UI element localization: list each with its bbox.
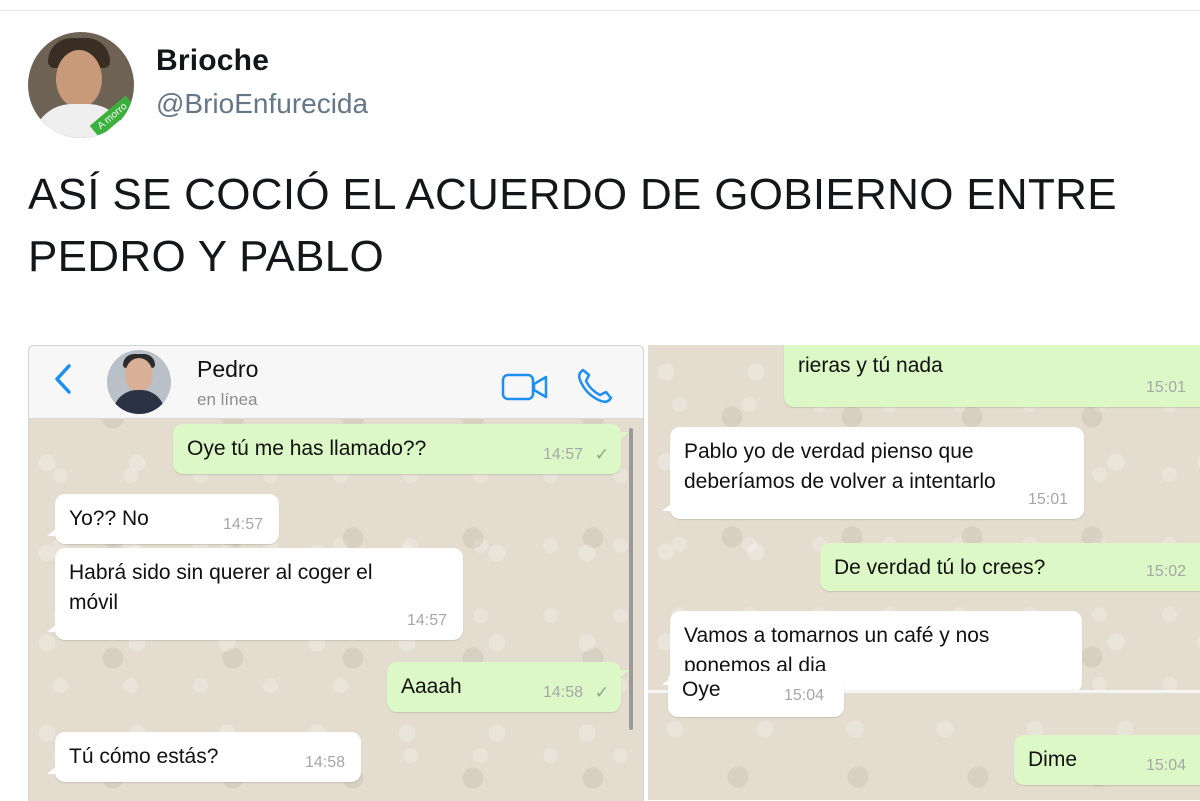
message-bubble-outgoing[interactable]: Aaaah 14:58 ✓ [387,662,629,712]
chat-screenshot-crop: Oye 15:04 Dime 15:04 ✓ [648,671,1200,800]
message-bubble-outgoing[interactable]: rieras y tú nada 15:01 ✓ [784,345,1200,407]
read-check-icon: ✓ [594,445,609,464]
user-handle[interactable]: @BrioEnfurecida [156,88,368,120]
message-time: 15:01 [1027,491,1068,508]
message-time: 14:57 [406,612,447,629]
message-text: Oye [682,678,721,701]
scrollbar[interactable] [629,428,633,730]
message-bubble-outgoing[interactable]: Oye tú me has llamado?? 14:57 ✓ [173,424,629,474]
tweet-text: ASÍ SE COCIÓ EL ACUERDO DE GOBIERNO ENTR… [28,170,1117,281]
phone-icon[interactable] [573,364,617,408]
top-divider [0,0,1200,11]
message-time: 15:04 [783,687,824,704]
message-bubble-outgoing[interactable]: Dime 15:04 ✓ [1014,735,1200,785]
chat-screenshot-right: rieras y tú nada 15:01 ✓ Pablo yo de ver… [648,345,1200,800]
user-avatar[interactable]: A morro [28,32,134,138]
message-time: 15:02 [1145,563,1186,580]
message-time: 14:58 [304,754,345,771]
message-time: 14:57 [542,446,583,463]
message-bubble-incoming[interactable]: Habrá sido sin querer al coger el móvil … [47,548,463,640]
message-bubble-incoming[interactable]: Yo?? No 14:57 [47,494,279,544]
contact-status: en línea [197,390,258,409]
message-text: Habrá sido sin querer al coger el móvil [69,561,373,614]
message-text: Pablo yo de verdad pienso que deberíamos… [684,440,996,493]
message-text: rieras y tú nada [798,354,943,377]
chevron-left-icon[interactable] [53,362,73,405]
chat-header: Pedro en línea [29,346,643,419]
message-bubble-incoming[interactable]: Oye 15:04 [668,671,844,717]
message-time: 15:01 [1145,379,1186,396]
message-time: 14:57 [222,516,263,533]
message-bubble-incoming[interactable]: Tú cómo estás? 14:58 [47,732,361,782]
message-text: Aaaah [401,675,462,698]
display-name[interactable]: Brioche [156,44,269,78]
message-text: Tú cómo estás? [69,745,219,768]
message-time: 14:58 [542,684,583,701]
message-time: 15:04 [1145,757,1186,774]
message-bubble-outgoing[interactable]: De verdad tú lo crees? 15:02 ✓ [820,543,1200,591]
video-call-icon[interactable] [501,372,549,402]
message-text: De verdad tú lo crees? [834,556,1046,579]
message-text: Oye tú me has llamado?? [187,437,427,460]
message-bubble-incoming[interactable]: Pablo yo de verdad pienso que deberíamos… [662,427,1084,519]
message-text: Dime [1028,748,1078,771]
contact-name[interactable]: Pedro [197,356,258,383]
chat-screenshot-left: Pedro en línea Oye tú me has llamado?? 1… [28,345,644,801]
message-text: Yo?? No [69,507,149,530]
read-check-icon: ✓ [594,683,609,702]
contact-avatar[interactable] [107,350,171,414]
